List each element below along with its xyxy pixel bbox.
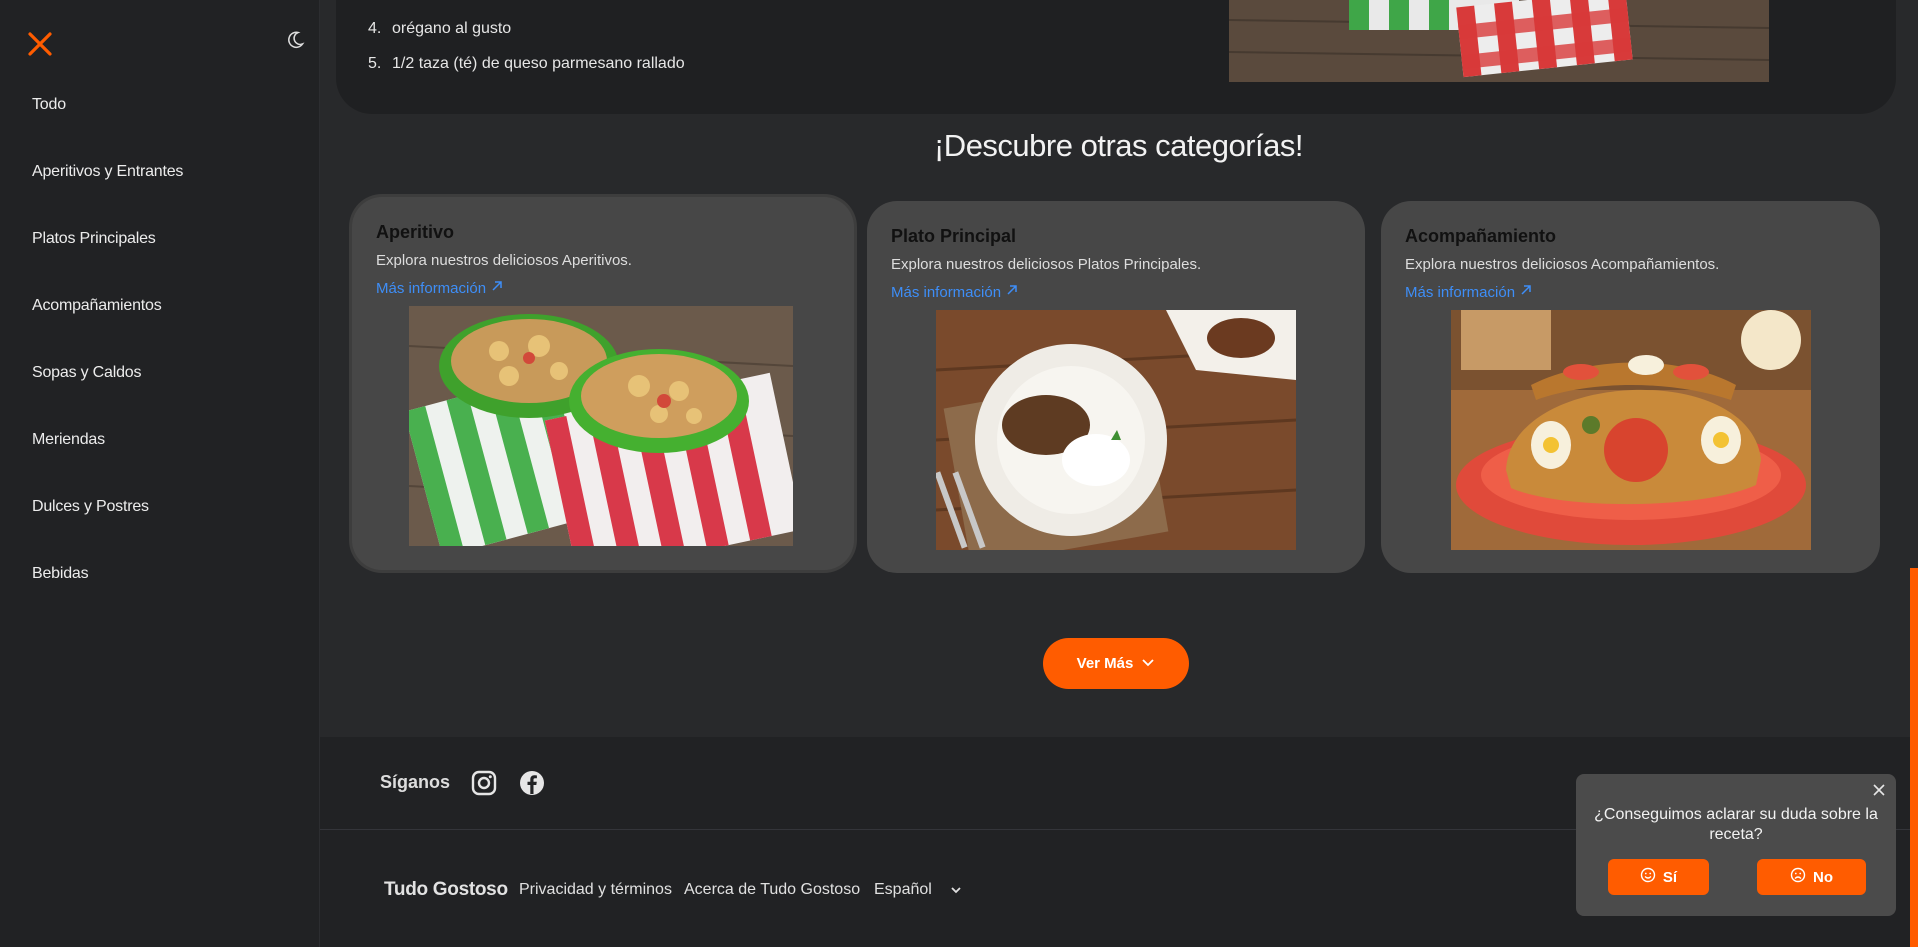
- chevron-down-icon: [950, 881, 962, 899]
- category-image-aperitivo: [409, 306, 793, 546]
- sidebar-item-sopas[interactable]: Sopas y Caldos: [32, 364, 141, 382]
- sidebar-item-dulces[interactable]: Dulces y Postres: [32, 498, 149, 516]
- category-description: Explora nuestros deliciosos Aperitivos.: [376, 252, 632, 269]
- ingredient-item: 4. orégano al gusto: [368, 20, 511, 38]
- sidebar-item-todo[interactable]: Todo: [32, 96, 66, 114]
- ver-mas-label: Ver Más: [1076, 655, 1134, 672]
- ingredient-number: 5.: [368, 55, 382, 72]
- ingredient-number: 4.: [368, 20, 382, 37]
- chevron-down-icon: [1141, 655, 1155, 672]
- feedback-yes-button[interactable]: Sí: [1608, 859, 1709, 895]
- language-value: Español: [874, 881, 932, 898]
- category-title: Acompañamiento: [1405, 226, 1557, 246]
- more-info-link[interactable]: Más información: [376, 279, 504, 297]
- recipe-photo: [1229, 0, 1769, 82]
- arrow-up-right-icon: [1005, 284, 1019, 301]
- category-title: Plato Principal: [891, 226, 1017, 246]
- ver-mas-button[interactable]: Ver Más: [1043, 638, 1189, 689]
- sidebar-item-bebidas[interactable]: Bebidas: [32, 565, 89, 583]
- more-info-label: Más información: [891, 284, 1002, 301]
- ingredient-text: 1/2 taza (té) de queso parmesano rallado: [392, 55, 685, 72]
- more-info-label: Más información: [1405, 284, 1516, 301]
- sidebar-item-platos-principales[interactable]: Platos Principales: [32, 230, 156, 248]
- scrollbar[interactable]: [1910, 568, 1918, 947]
- close-icon[interactable]: [26, 30, 54, 58]
- more-info-link[interactable]: Más información: [1405, 283, 1533, 301]
- privacy-link[interactable]: Privacidad y términos: [519, 881, 672, 899]
- feedback-question: ¿Conseguimos aclarar su duda sobre la re…: [1594, 806, 1878, 843]
- about-link[interactable]: Acerca de Tudo Gostoso: [684, 881, 860, 899]
- instagram-icon[interactable]: [470, 769, 498, 797]
- ingredient-text: orégano al gusto: [392, 20, 512, 37]
- frown-icon: [1790, 867, 1806, 887]
- category-description: Explora nuestros deliciosos Acompañamien…: [1405, 256, 1720, 273]
- feedback-no-label: No: [1813, 868, 1833, 886]
- category-image-plato-principal: [936, 310, 1296, 550]
- follow-label: Síganos: [380, 772, 451, 792]
- facebook-icon[interactable]: [518, 769, 546, 797]
- sidebar-item-meriendas[interactable]: Meriendas: [32, 431, 105, 449]
- close-icon[interactable]: [1871, 782, 1887, 798]
- arrow-up-right-icon: [490, 280, 504, 297]
- arrow-up-right-icon: [1519, 284, 1533, 301]
- category-title: Aperitivo: [376, 222, 455, 242]
- section-title: ¡Descubre otras categorías!: [933, 128, 1304, 163]
- more-info-link[interactable]: Más información: [891, 283, 1019, 301]
- feedback-no-button[interactable]: No: [1757, 859, 1866, 895]
- language-select[interactable]: Español: [874, 881, 962, 899]
- feedback-yes-label: Sí: [1662, 868, 1678, 886]
- category-image-acompanamiento: [1451, 310, 1811, 550]
- smile-icon: [1640, 867, 1656, 887]
- ingredient-item: 5. 1/2 taza (té) de queso parmesano ralla…: [368, 55, 685, 73]
- category-description: Explora nuestros deliciosos Platos Princ…: [891, 256, 1202, 273]
- sidebar-item-acompanamientos[interactable]: Acompañamientos: [32, 297, 162, 315]
- more-info-label: Más información: [376, 280, 487, 297]
- moon-icon[interactable]: [285, 30, 305, 50]
- sidebar-item-aperitivos[interactable]: Aperitivos y Entrantes: [32, 163, 183, 181]
- brand-name[interactable]: Tudo Gostoso: [384, 879, 508, 901]
